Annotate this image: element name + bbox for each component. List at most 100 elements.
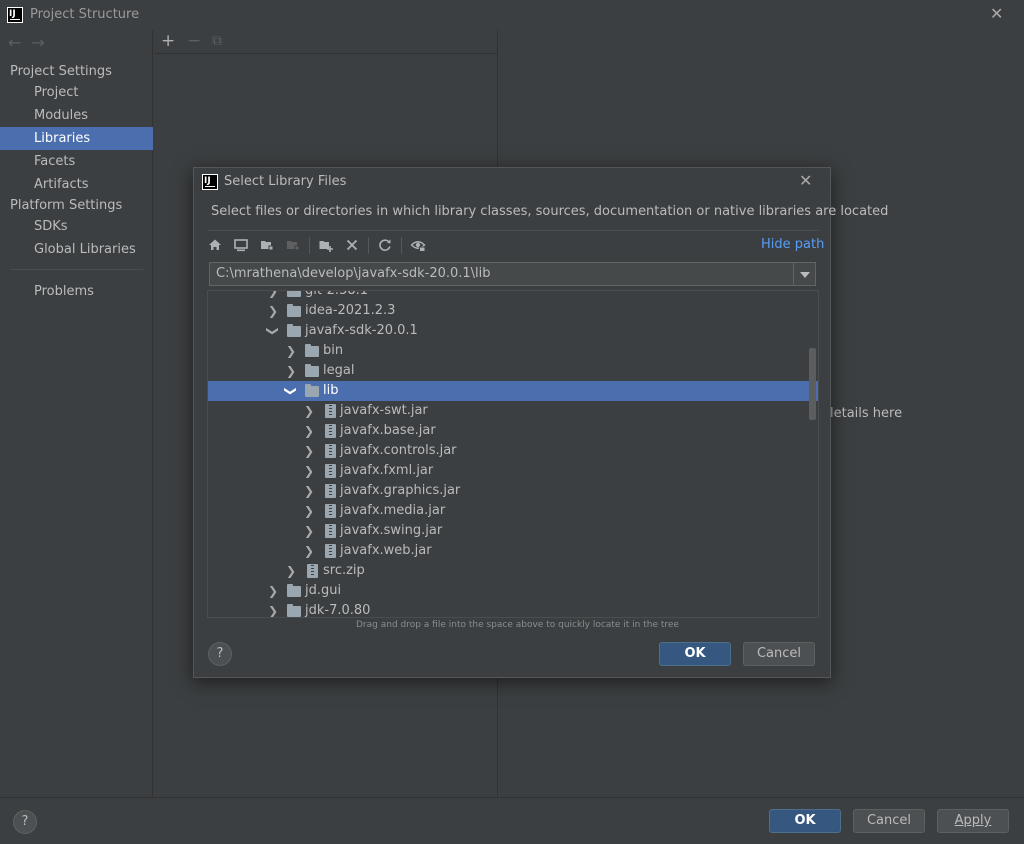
intellij-logo-icon: IJ: [202, 174, 218, 190]
path-input[interactable]: C:\mrathena\develop\javafx-sdk-20.0.1\li…: [216, 266, 491, 281]
chevron-down-icon[interactable]: [793, 263, 815, 285]
tree-row-label: javafx.graphics.jar: [340, 483, 461, 498]
cancel-button[interactable]: Cancel: [853, 809, 925, 833]
tree-row[interactable]: ❯ jd.gui: [208, 581, 818, 601]
sidebar-item-problems[interactable]: Problems: [0, 280, 153, 303]
chevron-down-icon[interactable]: ❯: [281, 385, 301, 397]
tree-row[interactable]: ❯ git-2.38.1: [208, 290, 818, 301]
copy-icon[interactable]: ⧉: [212, 33, 222, 49]
tree-row[interactable]: ❯ jdk-7.0.80: [208, 601, 818, 617]
chevron-right-icon[interactable]: ❯: [303, 521, 315, 541]
chevron-right-icon[interactable]: ❯: [267, 601, 279, 617]
folder-icon: [287, 604, 301, 617]
path-combobox[interactable]: C:\mrathena\develop\javafx-sdk-20.0.1\li…: [209, 262, 816, 286]
folder-icon: [305, 384, 319, 397]
refresh-icon[interactable]: [377, 237, 393, 253]
toolbar-separator: [309, 237, 310, 254]
ok-button[interactable]: OK: [769, 809, 841, 833]
chevron-right-icon[interactable]: ❯: [303, 421, 315, 441]
folder-icon: [287, 291, 301, 297]
folder-icon: [287, 324, 301, 337]
sidebar-item-project[interactable]: Project: [0, 81, 153, 104]
details-hint-text: letails here: [830, 406, 903, 421]
tree-row-label: javafx.swing.jar: [340, 523, 443, 538]
file-tree[interactable]: ❯ git-2.38.1 ❯ idea-2021.2.3 ❯ javafx-sd…: [207, 290, 819, 618]
project-folder-icon[interactable]: [259, 237, 275, 253]
chevron-right-icon[interactable]: ❯: [267, 301, 279, 321]
chevron-down-icon[interactable]: ❯: [263, 325, 283, 337]
chevron-right-icon[interactable]: ❯: [303, 401, 315, 421]
chevron-right-icon[interactable]: ❯: [267, 291, 279, 301]
tree-row[interactable]: ❯ javafx.controls.jar: [208, 441, 818, 461]
sidebar-item-global-libraries[interactable]: Global Libraries: [0, 238, 153, 261]
tree-row-label: git-2.38.1: [305, 290, 369, 298]
zip-icon: [307, 564, 318, 578]
remove-icon[interactable]: −: [187, 31, 201, 51]
sidebar: ←→ Project Settings Project Modules Libr…: [0, 30, 153, 797]
tree-row[interactable]: ❯ javafx.base.jar: [208, 421, 818, 441]
apply-label: Apply: [954, 813, 992, 828]
help-button[interactable]: ?: [13, 810, 37, 834]
dialog-close-icon[interactable]: ✕: [799, 171, 812, 190]
tree-row[interactable]: ❯ javafx-swt.jar: [208, 401, 818, 421]
nav-arrows: ←→: [8, 33, 55, 52]
show-hidden-icon[interactable]: [410, 237, 426, 253]
tree-row[interactable]: ❯ javafx.fxml.jar: [208, 461, 818, 481]
jar-icon: [325, 524, 336, 538]
module-folder-icon[interactable]: [285, 237, 301, 253]
sidebar-divider: [10, 269, 143, 270]
sidebar-item-sdks[interactable]: SDKs: [0, 215, 153, 238]
intellij-logo-icon: IJ: [7, 7, 23, 23]
tree-row-label: idea-2021.2.3: [305, 303, 396, 318]
dialog-ok-button[interactable]: OK: [659, 642, 731, 666]
chevron-right-icon[interactable]: ❯: [285, 341, 297, 361]
tree-row[interactable]: ❯ javafx.graphics.jar: [208, 481, 818, 501]
sidebar-item-artifacts[interactable]: Artifacts: [0, 173, 153, 196]
chevron-right-icon[interactable]: ❯: [303, 441, 315, 461]
toolbar-separator: [368, 237, 369, 254]
title-bar: IJ Project Structure ✕: [0, 0, 1024, 30]
tree-row[interactable]: ❯ bin: [208, 341, 818, 361]
tree-row[interactable]: ❯ javafx-sdk-20.0.1: [208, 321, 818, 341]
jar-icon: [325, 424, 336, 438]
dialog-cancel-button[interactable]: Cancel: [743, 642, 815, 666]
tree-row[interactable]: ❯ javafx.web.jar: [208, 541, 818, 561]
tree-row[interactable]: ❯ src.zip: [208, 561, 818, 581]
desktop-icon[interactable]: [233, 237, 249, 253]
window-close-icon[interactable]: ✕: [990, 4, 1003, 23]
tree-row[interactable]: ❯ javafx.swing.jar: [208, 521, 818, 541]
hide-path-link[interactable]: Hide path: [761, 237, 824, 252]
chevron-right-icon[interactable]: ❯: [303, 541, 315, 561]
dialog-description: Select files or directories in which lib…: [211, 204, 889, 219]
tree-row[interactable]: ❯ idea-2021.2.3: [208, 301, 818, 321]
apply-button[interactable]: Apply: [937, 809, 1009, 833]
jar-icon: [325, 484, 336, 498]
chevron-right-icon[interactable]: ❯: [267, 581, 279, 601]
tree-row-label: javafx.controls.jar: [340, 443, 457, 458]
chevron-right-icon[interactable]: ❯: [285, 561, 297, 581]
sidebar-item-facets[interactable]: Facets: [0, 150, 153, 173]
home-icon[interactable]: [207, 237, 223, 253]
delete-icon[interactable]: [344, 237, 360, 253]
forward-arrow-icon[interactable]: →: [31, 33, 54, 52]
chevron-right-icon[interactable]: ❯: [285, 361, 297, 381]
tree-row[interactable]: ❯ javafx.media.jar: [208, 501, 818, 521]
drag-drop-hint: Drag and drop a file into the space abov…: [356, 620, 679, 630]
chevron-right-icon[interactable]: ❯: [303, 481, 315, 501]
tree-row-selected[interactable]: ❯ lib: [208, 381, 818, 401]
dialog-help-button[interactable]: ?: [208, 642, 232, 666]
tree-scrollbar[interactable]: [809, 348, 816, 420]
tree-row-label: javafx.base.jar: [340, 423, 436, 438]
jar-icon: [325, 444, 336, 458]
jar-icon: [325, 504, 336, 518]
chevron-right-icon[interactable]: ❯: [303, 461, 315, 481]
tree-row-label: javafx.fxml.jar: [340, 463, 434, 478]
back-arrow-icon[interactable]: ←: [8, 33, 31, 52]
sidebar-item-modules[interactable]: Modules: [0, 104, 153, 127]
add-icon[interactable]: +: [161, 31, 175, 51]
chevron-right-icon[interactable]: ❯: [303, 501, 315, 521]
window-title: Project Structure: [30, 7, 140, 22]
tree-row[interactable]: ❯ legal: [208, 361, 818, 381]
sidebar-item-libraries[interactable]: Libraries: [0, 127, 153, 150]
new-folder-icon[interactable]: [318, 237, 334, 253]
